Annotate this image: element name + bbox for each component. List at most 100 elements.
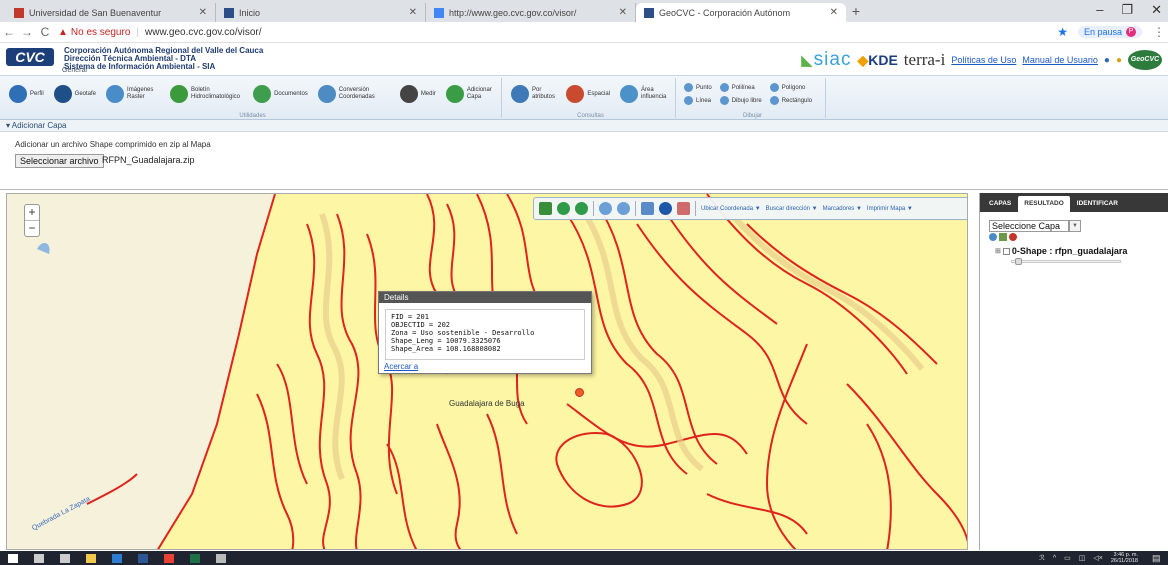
ribbon-button[interactable]: Documentos [248,82,313,106]
taskbar-button[interactable] [0,551,26,565]
ribbon-button[interactable]: Por atributos [506,82,561,106]
tray-chevron-icon[interactable]: ^ [1053,555,1056,562]
slider-knob[interactable] [1015,258,1022,265]
bookmark-star-icon[interactable]: ★ [1057,25,1068,39]
security-label[interactable]: No es seguro [71,27,130,38]
volume-icon[interactable]: ◁× [1093,554,1102,562]
url-text[interactable]: www.geo.cvc.gov.co/visor/ [145,27,262,38]
zoom-out-button[interactable]: − [25,221,39,236]
taskbar-button[interactable] [182,551,208,565]
location-marker[interactable] [575,388,584,397]
previous-extent-icon[interactable] [557,202,570,215]
taskbar-button[interactable] [130,551,156,565]
cvc-logo: CVC [6,48,54,66]
layer-select[interactable]: Seleccione Capa ▼ [989,220,1081,232]
battery-icon[interactable]: ▭ [1064,554,1071,562]
notifications-icon[interactable]: ▤ [1152,553,1162,563]
tab-close-icon[interactable]: ✕ [830,7,838,18]
refresh-icon[interactable] [989,233,997,241]
maximize-button[interactable]: ❐ [1121,2,1133,18]
settings-icon[interactable]: ● [1104,55,1110,66]
network-tray-icon[interactable]: ◫ [1079,554,1086,562]
draw-tool-button[interactable]: Punto [684,83,712,92]
layer-entry[interactable]: ⊞ 0-Shape : rfpn_guadalajara [995,246,1127,256]
help-icon[interactable]: ● [1116,55,1122,66]
taskbar-button[interactable] [52,551,78,565]
kde-logo[interactable]: ◆KDE [857,52,897,69]
tab-close-icon[interactable]: ✕ [619,7,627,18]
zoom-to-link[interactable]: Acercar a [384,362,418,371]
tab-resultado[interactable]: RESULTADO [1018,196,1070,212]
expand-icon[interactable]: ⊞ [995,247,1001,255]
siac-logo[interactable]: ◣siac [801,49,851,71]
draw-tool-button[interactable]: Dibujo libre [719,96,762,105]
ribbon-button[interactable]: Conversión Coordenadas [313,82,395,106]
layer-select-value: Seleccione Capa [992,221,1061,231]
add-layer-panel-header[interactable]: ▾ Adicionar Capa [0,120,1168,132]
eraser-icon[interactable] [677,202,690,215]
identify-info-icon[interactable] [659,202,672,215]
terra-logo[interactable]: terra-i [904,50,946,70]
manual-link[interactable]: Manual de Usuario [1022,55,1098,65]
profile-paused-button[interactable]: En pausa P [1077,26,1142,38]
close-window-button[interactable]: ✕ [1151,2,1162,18]
ribbon-button[interactable]: Medir [395,82,441,106]
tab-capas[interactable]: CAPAS [983,196,1017,212]
taskbar-button[interactable] [156,551,182,565]
draw-tool-stack: Punto Línea [680,83,716,105]
minimize-button[interactable]: – [1096,2,1103,18]
layer-checkbox[interactable] [1002,247,1010,255]
new-tab-button[interactable]: + [846,3,866,22]
draw-tool-button[interactable]: Rectángulo [769,96,812,105]
ribbon-button[interactable]: Imágenes Raster [101,82,165,106]
browser-tab[interactable]: GeoCVC - Corporación Autónom ✕ [636,3,846,22]
draw-tool-button[interactable]: Polígono [769,83,812,92]
clock[interactable]: 3:46 p. m. 26/11/2018 [1111,552,1138,564]
taskbar-button[interactable] [208,551,234,565]
zoom-in-tool-icon[interactable] [599,202,612,215]
full-extent-icon[interactable] [539,202,552,215]
search-address-menu[interactable]: Buscar dirección ▼ [766,206,818,212]
bookmarks-menu[interactable]: Marcadores ▼ [823,206,862,212]
opacity-slider[interactable] [1011,258,1121,265]
taskbar-button[interactable] [104,551,130,565]
clear-icon[interactable] [1009,233,1017,241]
back-button[interactable]: ← [0,25,18,39]
taskbar-button[interactable] [78,551,104,565]
ribbon-button[interactable]: Área influencia [615,82,675,106]
browser-tab[interactable]: http://www.geo.cvc.gov.co/visor/ ✕ [426,3,636,22]
warning-icon: ▲ [58,26,68,38]
tab-close-icon[interactable]: ✕ [199,7,207,18]
table-icon[interactable] [999,233,1007,241]
menu-icon[interactable]: ⋮ [1150,25,1168,39]
browser-tab[interactable]: Inicio ✕ [216,3,426,22]
print-map-menu[interactable]: Imprimir Mapa ▼ [867,206,913,212]
people-icon[interactable]: ℛ [1039,554,1045,562]
zoom-in-button[interactable]: + [25,205,39,221]
chevron-down-icon[interactable]: ▼ [1069,220,1081,232]
tab-close-icon[interactable]: ✕ [409,7,417,18]
policies-link[interactable]: Políticas de Uso [951,55,1016,65]
forward-button[interactable]: → [18,25,36,39]
tab-identificar[interactable]: IDENTIFICAR [1071,196,1124,212]
ribbon-button[interactable]: Espacial [561,82,615,106]
draw-tool-button[interactable]: Línea [684,96,712,105]
browser-tab[interactable]: Universidad de San Buenaventur ✕ [6,3,216,22]
ribbon-button[interactable]: Geotafe [49,82,101,106]
taskbar-button[interactable] [26,551,52,565]
zoom-out-tool-icon[interactable] [617,202,630,215]
draw-tool-button[interactable]: Polilínea [719,83,762,92]
select-file-button[interactable]: Seleccionar archivo [15,154,104,168]
clock-date: 26/11/2018 [1110,558,1138,564]
bulletin-icon [169,85,188,103]
next-extent-icon[interactable] [575,202,588,215]
reload-button[interactable]: C [36,25,54,39]
ribbon-button[interactable]: Boletín Hidroclimatológico [165,82,248,106]
ribbon-button[interactable]: Adicionar Capa [441,82,501,106]
ribbon-button[interactable]: Perfil [4,82,49,106]
omnibox[interactable]: ▲ No es seguro | www.geo.cvc.gov.co/viso… [58,27,1057,38]
locate-coordinate-menu[interactable]: Ubicar Coordenada ▼ [701,206,761,212]
ribbon-button-label: Área influencia [641,87,667,100]
pan-icon[interactable] [641,202,654,215]
tab-title: http://www.geo.cvc.gov.co/visor/ [449,7,577,18]
